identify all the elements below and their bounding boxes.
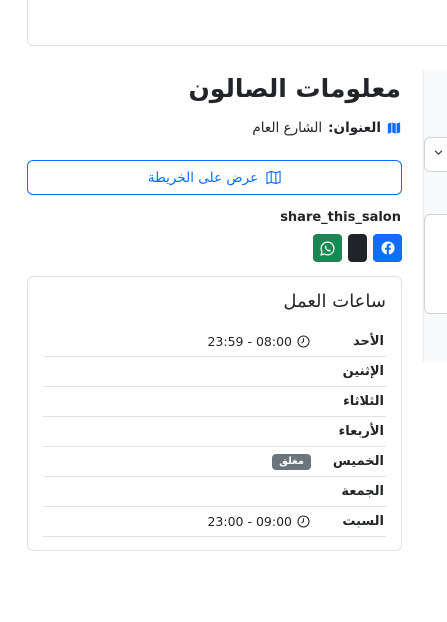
share-label: share_this_salon: [280, 210, 401, 225]
whatsapp-icon: [320, 241, 335, 256]
table-row: الأربعاء: [43, 417, 386, 447]
top-card: [27, 0, 447, 46]
day-name: السبت: [342, 514, 384, 529]
clock-icon: [297, 335, 310, 348]
side-textarea[interactable]: [424, 214, 447, 314]
table-row: الجمعة: [43, 477, 386, 507]
map-icon: [266, 170, 281, 185]
day-name: الأحد: [352, 334, 384, 349]
share-facebook-button[interactable]: [373, 234, 402, 262]
table-row: الأحد 23:59 - 08:00: [43, 327, 386, 357]
time-range: 23:59 - 08:00: [207, 334, 310, 349]
side-select[interactable]: [424, 137, 447, 172]
day-name: الجمعة: [341, 484, 384, 499]
day-name: الثلاثاء: [343, 394, 384, 409]
view-on-map-button[interactable]: عرض على الخريطة: [27, 160, 402, 195]
working-hours-table: الأحد 23:59 - 08:00 الإثنين الثلاثاء الأ…: [43, 327, 386, 537]
facebook-icon: [380, 241, 395, 255]
table-row: الثلاثاء: [43, 387, 386, 417]
day-name: الإثنين: [342, 364, 384, 379]
address-line: العنوان: الشارع العام: [252, 120, 401, 136]
table-row: السبت 23:00 - 09:00: [43, 507, 386, 537]
view-on-map-label: عرض على الخريطة: [147, 169, 259, 186]
page-title: معلومات الصالون: [188, 74, 401, 103]
share-whatsapp-button[interactable]: [313, 234, 342, 262]
chevron-down-icon: [434, 150, 443, 155]
table-row: الإثنين: [43, 357, 386, 387]
table-row: الخميس مغلق: [43, 447, 386, 477]
clock-icon: [297, 515, 310, 528]
share-x-button[interactable]: [348, 234, 367, 262]
address-label: العنوان:: [328, 120, 381, 136]
working-hours-title: ساعات العمل: [283, 291, 386, 312]
time-range: 23:00 - 09:00: [207, 514, 310, 529]
address-value: الشارع العام: [252, 120, 323, 136]
working-hours-card: ساعات العمل الأحد 23:59 - 08:00 الإثنين …: [27, 276, 402, 551]
map-icon: [387, 122, 401, 134]
day-name: الأربعاء: [338, 424, 384, 439]
day-name: الخميس: [332, 454, 384, 469]
closed-badge: مغلق: [272, 454, 311, 470]
